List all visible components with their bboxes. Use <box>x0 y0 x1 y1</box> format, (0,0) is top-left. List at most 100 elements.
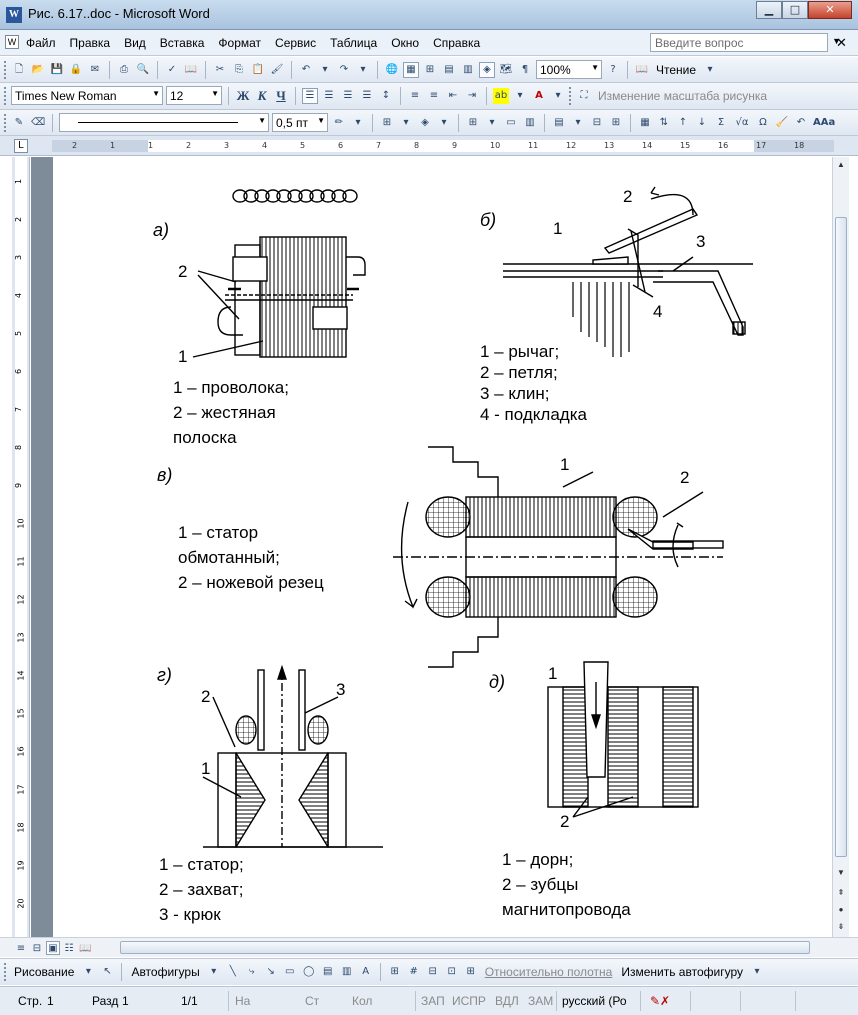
next-page-icon[interactable]: ⇟ <box>834 919 848 935</box>
columns-icon[interactable]: ▥ <box>460 62 476 78</box>
distribute-icon[interactable]: ⊡ <box>444 964 460 980</box>
minimize-button[interactable]: ▁ <box>756 1 782 19</box>
align-relative-icon[interactable]: ⊞ <box>463 964 479 980</box>
font-color-icon[interactable]: A <box>531 88 547 104</box>
insert-excel-icon[interactable]: ▤ <box>441 62 457 78</box>
draw-table-icon[interactable]: ✎ <box>11 115 27 131</box>
vertical-textbox-icon[interactable]: ▥ <box>339 964 355 980</box>
status-ext[interactable]: ВДЛ <box>495 994 519 1008</box>
connector-icon[interactable]: ⤷ <box>244 964 260 980</box>
word-app-icon[interactable]: W <box>6 7 22 23</box>
vertical-scrollbar[interactable]: ▲ ▼ ⇞ ● ⇟ <box>832 157 849 937</box>
close-document-icon[interactable]: ✕ <box>836 35 847 51</box>
toolbar-grip[interactable] <box>4 86 8 105</box>
insert-table-icon[interactable]: ⊞ <box>465 115 481 131</box>
drawing-icon[interactable]: ◈ <box>479 61 495 78</box>
grid-icon[interactable]: # <box>406 964 422 980</box>
close-button[interactable]: ✕ <box>808 1 852 19</box>
relative-to-canvas-button[interactable]: Относительно полотна <box>482 965 616 979</box>
chevron-down-icon[interactable]: ▾ <box>749 964 765 980</box>
line-icon[interactable]: ╲ <box>225 964 241 980</box>
text-direction-icon[interactable]: ⇅ <box>656 115 672 131</box>
redo-icon[interactable]: ↷ <box>336 62 352 78</box>
toolbar-grip[interactable] <box>4 963 8 981</box>
menu-window[interactable]: Окно <box>391 36 419 50</box>
reading-icon[interactable]: 📖 <box>634 62 650 78</box>
help-icon[interactable]: ? <box>605 62 621 78</box>
distribute-rows-icon[interactable]: ⊟ <box>589 115 605 131</box>
browse-object-icon[interactable]: ● <box>834 902 848 918</box>
print-icon[interactable]: ⎙ <box>116 62 132 78</box>
copy-icon[interactable]: ⎘ <box>231 62 247 78</box>
rectangle-icon[interactable]: ▭ <box>282 964 298 980</box>
status-ovr[interactable]: ЗАМ <box>528 994 553 1008</box>
align-right-icon[interactable]: ☰ <box>340 88 356 104</box>
chevron-down-icon[interactable]: ▾ <box>436 115 452 131</box>
chevron-down-icon[interactable]: ▼ <box>258 116 266 125</box>
borders-icon[interactable]: ⊞ <box>379 115 395 131</box>
select-objects-icon[interactable]: ↖ <box>99 964 115 980</box>
maximize-button[interactable]: □ <box>782 1 808 19</box>
font-size-select[interactable]: 12 ▼ <box>166 86 222 105</box>
chevron-down-icon[interactable]: ▼ <box>152 89 160 98</box>
picture-scale-button[interactable]: Изменение масштаба рисунка <box>595 89 770 103</box>
clean-icon[interactable]: 🧹 <box>774 115 790 131</box>
horizontal-scroll-thumb[interactable] <box>120 941 810 954</box>
email-icon[interactable]: ✉ <box>87 62 103 78</box>
justify-icon[interactable]: ☰ <box>359 88 375 104</box>
toolbar-grip[interactable] <box>4 60 8 79</box>
outline-view-icon[interactable]: ☷ <box>62 941 76 955</box>
menu-tools[interactable]: Сервис <box>275 36 316 50</box>
permission-icon[interactable]: 🔒 <box>68 62 84 78</box>
highlight-icon[interactable]: ab <box>493 87 509 104</box>
status-rec[interactable]: ЗАП <box>421 994 445 1008</box>
paste-icon[interactable]: 📋 <box>250 62 266 78</box>
equation-icon[interactable]: √α <box>732 115 752 131</box>
sort-desc-icon[interactable]: ↓ <box>694 115 710 131</box>
save-icon[interactable]: 💾 <box>49 62 65 78</box>
picture-scale-icon[interactable]: ⛶ <box>576 88 592 104</box>
web-view-icon[interactable]: ⊟ <box>30 941 44 955</box>
merge-cells-icon[interactable]: ▭ <box>503 115 519 131</box>
wordart-icon[interactable]: A <box>358 964 374 980</box>
diagram-icon[interactable]: ⊞ <box>387 964 403 980</box>
chevron-down-icon[interactable]: ▼ <box>591 63 599 72</box>
chevron-down-icon[interactable]: ▼ <box>317 116 325 125</box>
line-weight-select[interactable]: 0,5 пт ▼ <box>272 113 328 132</box>
open-folder-icon[interactable]: 📂 <box>30 62 46 78</box>
align-cell-icon[interactable]: ▤ <box>551 115 567 131</box>
oval-icon[interactable]: ◯ <box>301 964 317 980</box>
eraser-icon[interactable]: ⌫ <box>30 115 46 131</box>
underline-button[interactable]: Ч <box>273 88 289 104</box>
new-document-icon[interactable]: 🗋 <box>11 62 27 78</box>
restore-icon[interactable]: ↶ <box>793 115 809 131</box>
split-cells-icon[interactable]: ▥ <box>522 115 538 131</box>
spelling-status-icon[interactable]: ✎✗ <box>650 994 670 1008</box>
chevron-down-icon[interactable]: ▾ <box>317 62 333 78</box>
chevron-down-icon[interactable]: ▾ <box>398 115 414 131</box>
chevron-down-icon[interactable]: ▾ <box>206 964 222 980</box>
menu-file[interactable]: Файл <box>26 36 56 50</box>
print-preview-icon[interactable]: 🔍 <box>135 62 151 78</box>
research-icon[interactable]: 📖 <box>183 62 199 78</box>
align-center-icon[interactable]: ☰ <box>321 88 337 104</box>
zoom-select[interactable]: 100% ▼ <box>536 60 602 79</box>
line-style-select[interactable]: ▼ <box>59 113 269 132</box>
change-autoshape-button[interactable]: Изменить автофигуру <box>618 965 746 979</box>
document-page[interactable]: а) б) в) г) д) 2 1 1 2 3 4 1 2 2 3 1 1 2… <box>53 157 832 937</box>
normal-view-icon[interactable]: ≡ <box>14 941 28 955</box>
autosum-icon[interactable]: Σ <box>713 115 729 131</box>
line-spacing-icon[interactable]: ↕ <box>378 88 394 104</box>
shading-icon[interactable]: ◈ <box>417 115 433 131</box>
chevron-down-icon[interactable]: ▾ <box>484 115 500 131</box>
reading-button[interactable]: Чтение <box>653 63 699 77</box>
status-trk[interactable]: ИСПР <box>452 994 486 1008</box>
increase-indent-icon[interactable]: ⇥ <box>464 88 480 104</box>
change-case-icon[interactable]: ААа <box>812 115 835 131</box>
italic-button[interactable]: К <box>254 88 270 104</box>
toolbar-grip[interactable] <box>569 86 573 105</box>
hyperlink-icon[interactable]: 🌐 <box>384 62 400 78</box>
chevron-down-icon[interactable]: ▾ <box>550 88 566 104</box>
bullets-icon[interactable]: ≡ <box>426 88 442 104</box>
symbol-icon[interactable]: Ω <box>755 115 771 131</box>
